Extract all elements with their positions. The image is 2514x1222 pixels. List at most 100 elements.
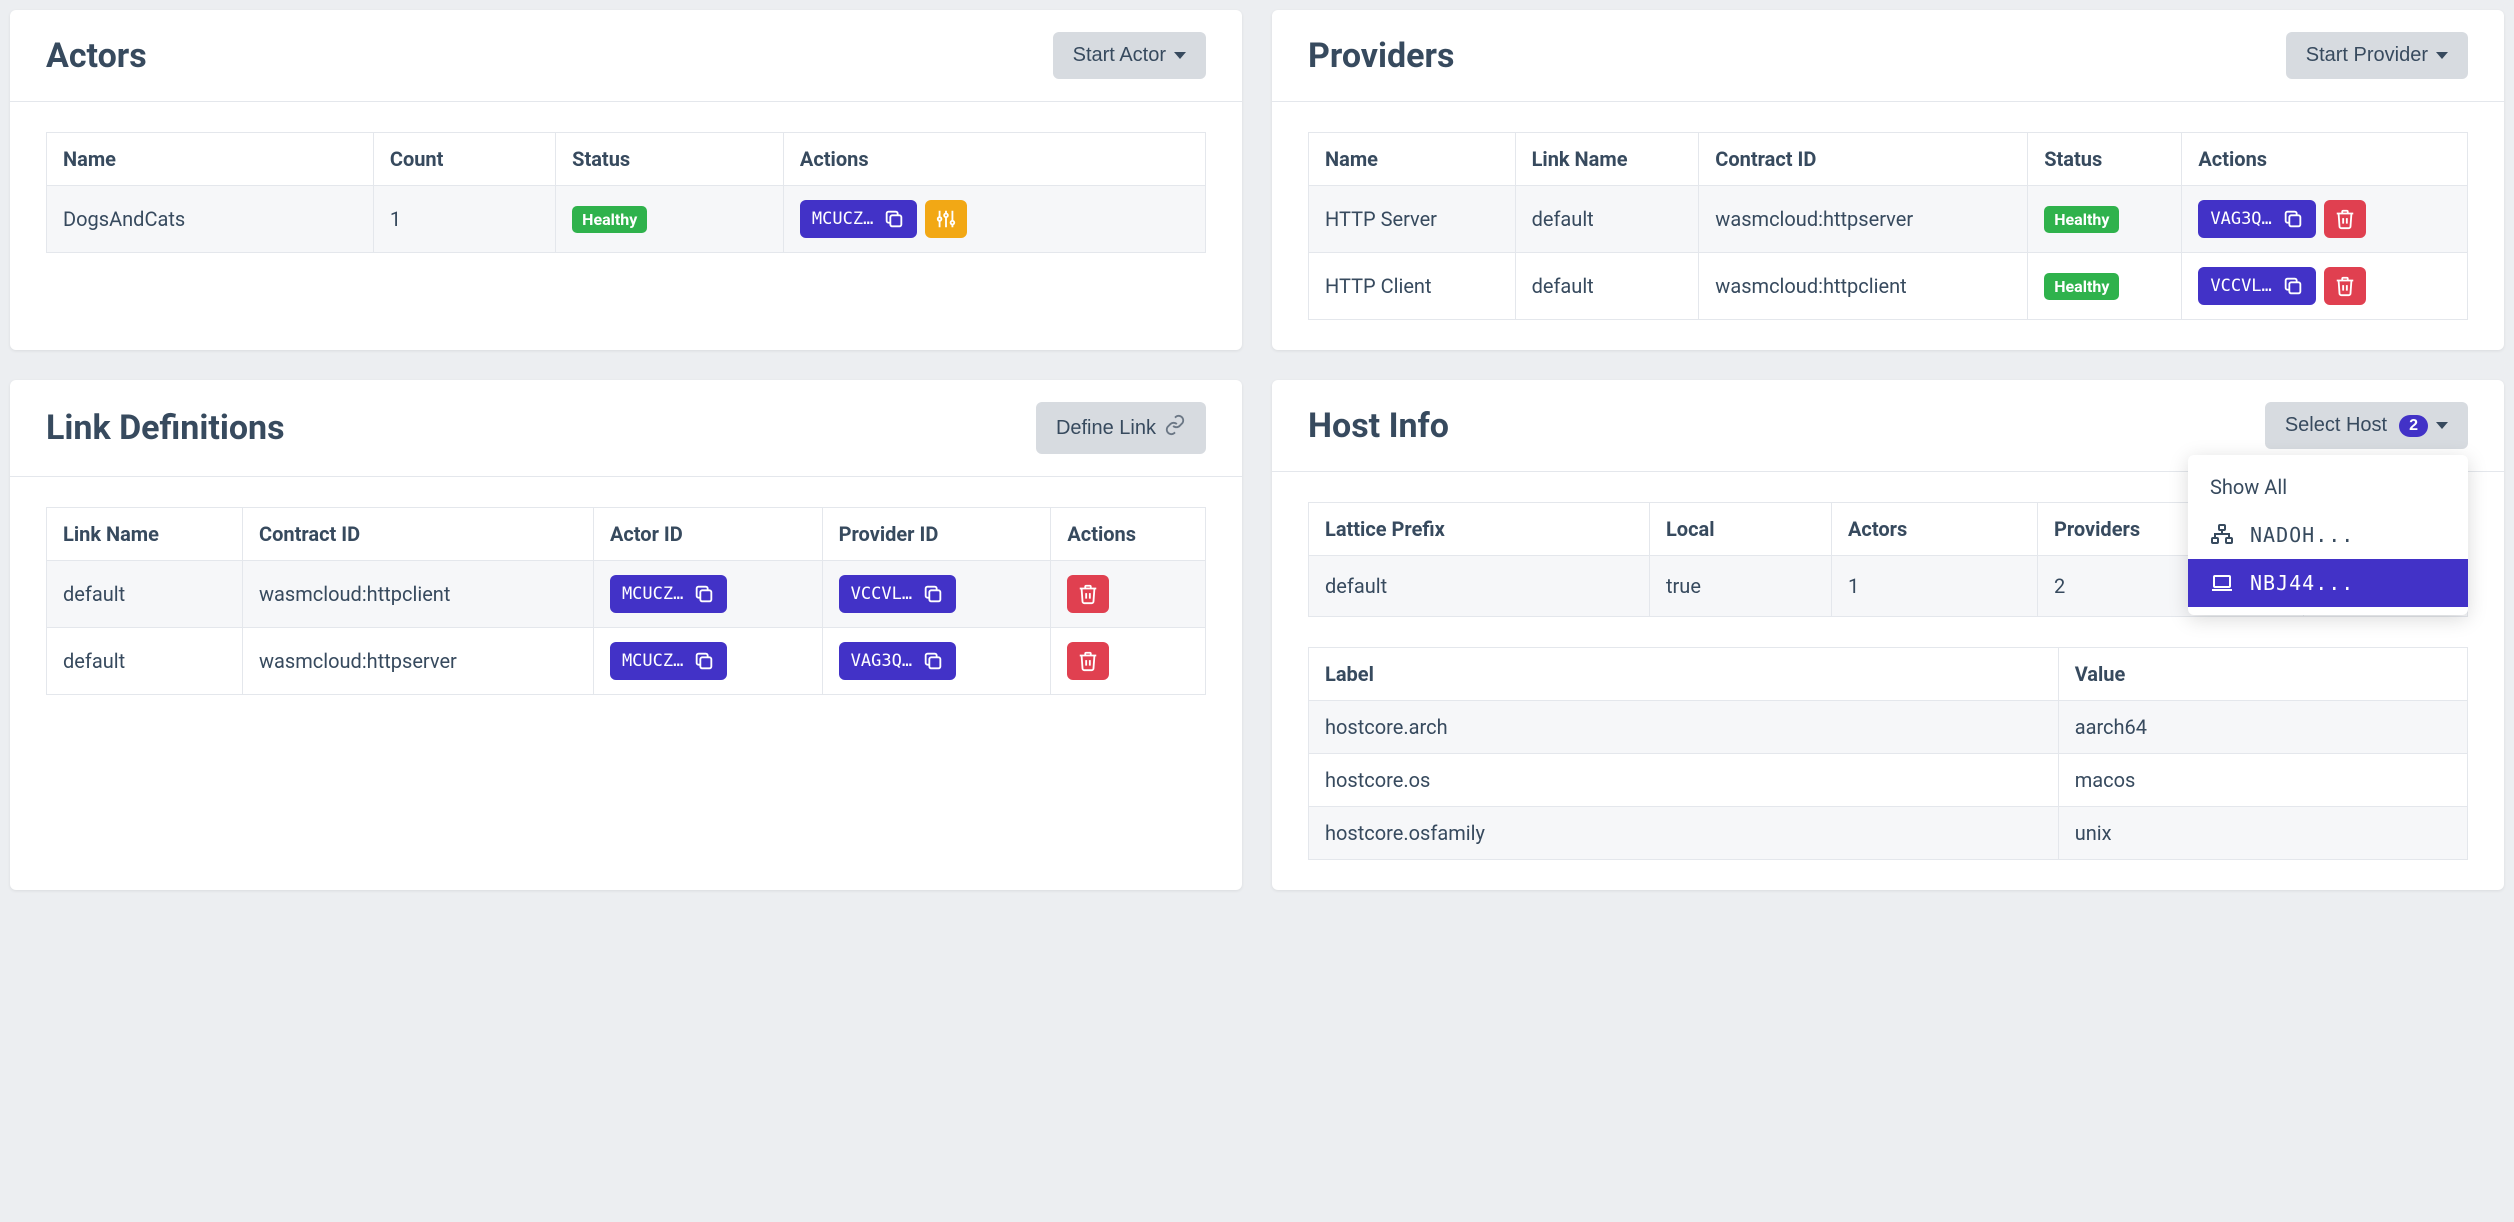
actors-title: Actors (46, 36, 147, 76)
link-name: default (47, 628, 243, 695)
providers-card: Providers Start Provider Name Link Name … (1272, 10, 2504, 350)
sliders-icon (935, 208, 957, 230)
actor-name: DogsAndCats (47, 186, 374, 253)
trash-icon (1077, 583, 1099, 605)
col-name: Name (47, 133, 374, 186)
host-dropdown: Show All NADOH... NBJ44... (2188, 455, 2468, 615)
label-key: hostcore.os (1309, 754, 2059, 807)
link-contract: wasmcloud:httpserver (243, 628, 594, 695)
actors-table: Name Count Status Actions DogsAndCats 1 … (46, 132, 1206, 253)
select-host-button[interactable]: Select Host 2 (2265, 402, 2468, 449)
table-row: hostcore.osfamily unix (1309, 807, 2468, 860)
table-row: DogsAndCats 1 Healthy MCUCZ… (47, 186, 1206, 253)
start-provider-label: Start Provider (2306, 44, 2428, 67)
link-provider-pill[interactable]: VCCVL… (839, 575, 956, 613)
col-actor: Actor ID (593, 508, 822, 561)
laptop-icon (2210, 571, 2234, 595)
actor-id-text: MCUCZ… (812, 209, 873, 229)
chevron-down-icon (2436, 52, 2448, 59)
table-row: default wasmcloud:httpserver MCUCZ… VAG3… (47, 628, 1206, 695)
host-labels-table: Label Value hostcore.arch aarch64 hostco… (1308, 647, 2468, 860)
start-actor-button[interactable]: Start Actor (1053, 32, 1206, 79)
copy-icon (693, 650, 715, 672)
status-badge: Healthy (572, 206, 647, 233)
col-local: Local (1649, 503, 1831, 556)
host-actors: 1 (1831, 556, 2037, 617)
show-all-label: Show All (2210, 475, 2287, 499)
host-lattice: default (1309, 556, 1650, 617)
provider-contract: wasmcloud:httpclient (1699, 253, 2028, 320)
provider-id-text: VCCVL… (2210, 276, 2271, 296)
col-actions: Actions (1051, 508, 1206, 561)
actors-card: Actors Start Actor Name Count Status Act… (10, 10, 1242, 350)
link-contract: wasmcloud:httpclient (243, 561, 594, 628)
host-local: true (1649, 556, 1831, 617)
provider-contract: wasmcloud:httpserver (1699, 186, 2028, 253)
link-actor-pill[interactable]: MCUCZ… (610, 642, 727, 680)
host-id-text: NADOH... (2250, 523, 2354, 547)
providers-table: Name Link Name Contract ID Status Action… (1308, 132, 2468, 320)
sitemap-icon (2210, 523, 2234, 547)
col-actions: Actions (2182, 133, 2468, 186)
link-delete-button[interactable] (1067, 642, 1109, 680)
host-count-badge: 2 (2399, 415, 2428, 437)
trash-icon (2334, 275, 2356, 297)
copy-icon (883, 208, 905, 230)
provider-id-pill[interactable]: VAG3Q… (2198, 200, 2315, 238)
col-actors: Actors (1831, 503, 2037, 556)
col-label: Label (1309, 648, 2059, 701)
link-provider-pill[interactable]: VAG3Q… (839, 642, 956, 680)
table-row: HTTP Server default wasmcloud:httpserver… (1309, 186, 2468, 253)
dropdown-show-all[interactable]: Show All (2188, 463, 2468, 511)
link-name: default (47, 561, 243, 628)
table-row: HTTP Client default wasmcloud:httpclient… (1309, 253, 2468, 320)
table-row: default wasmcloud:httpclient MCUCZ… VCCV… (47, 561, 1206, 628)
copy-icon (922, 583, 944, 605)
link-provider-text: VCCVL… (851, 584, 912, 604)
col-value: Value (2058, 648, 2467, 701)
col-status: Status (2028, 133, 2182, 186)
provider-name: HTTP Server (1309, 186, 1516, 253)
dropdown-host-item[interactable]: NBJ44... (2188, 559, 2468, 607)
col-contract: Contract ID (243, 508, 594, 561)
status-badge: Healthy (2044, 273, 2119, 300)
hostinfo-card: Host Info Select Host 2 Show All NADOH..… (1272, 380, 2504, 890)
select-host-label: Select Host (2285, 414, 2387, 437)
links-card: Link Definitions Define Link Link Name C… (10, 380, 1242, 890)
link-actor-pill[interactable]: MCUCZ… (610, 575, 727, 613)
label-value: macos (2058, 754, 2467, 807)
status-badge: Healthy (2044, 206, 2119, 233)
provider-delete-button[interactable] (2324, 200, 2366, 238)
label-key: hostcore.arch (1309, 701, 2059, 754)
dropdown-host-item[interactable]: NADOH... (2188, 511, 2468, 559)
provider-id-pill[interactable]: VCCVL… (2198, 267, 2315, 305)
col-count: Count (373, 133, 555, 186)
provider-name: HTTP Client (1309, 253, 1516, 320)
col-lattice: Lattice Prefix (1309, 503, 1650, 556)
label-value: unix (2058, 807, 2467, 860)
chevron-down-icon (1174, 52, 1186, 59)
copy-icon (2282, 208, 2304, 230)
host-id-text: NBJ44... (2250, 571, 2354, 595)
start-provider-button[interactable]: Start Provider (2286, 32, 2468, 79)
start-actor-label: Start Actor (1073, 44, 1166, 67)
provider-link: default (1515, 253, 1699, 320)
actor-scale-button[interactable] (925, 200, 967, 238)
actor-id-pill[interactable]: MCUCZ… (800, 200, 917, 238)
provider-delete-button[interactable] (2324, 267, 2366, 305)
link-provider-text: VAG3Q… (851, 651, 912, 671)
col-provider: Provider ID (822, 508, 1051, 561)
hostinfo-title: Host Info (1308, 406, 1449, 446)
link-delete-button[interactable] (1067, 575, 1109, 613)
links-title: Link Definitions (46, 408, 285, 448)
col-status: Status (556, 133, 784, 186)
define-link-button[interactable]: Define Link (1036, 402, 1206, 454)
col-contract: Contract ID (1699, 133, 2028, 186)
label-value: aarch64 (2058, 701, 2467, 754)
provider-link: default (1515, 186, 1699, 253)
link-actor-text: MCUCZ… (622, 651, 683, 671)
col-actions: Actions (783, 133, 1205, 186)
chevron-down-icon (2436, 422, 2448, 429)
trash-icon (2334, 208, 2356, 230)
copy-icon (922, 650, 944, 672)
